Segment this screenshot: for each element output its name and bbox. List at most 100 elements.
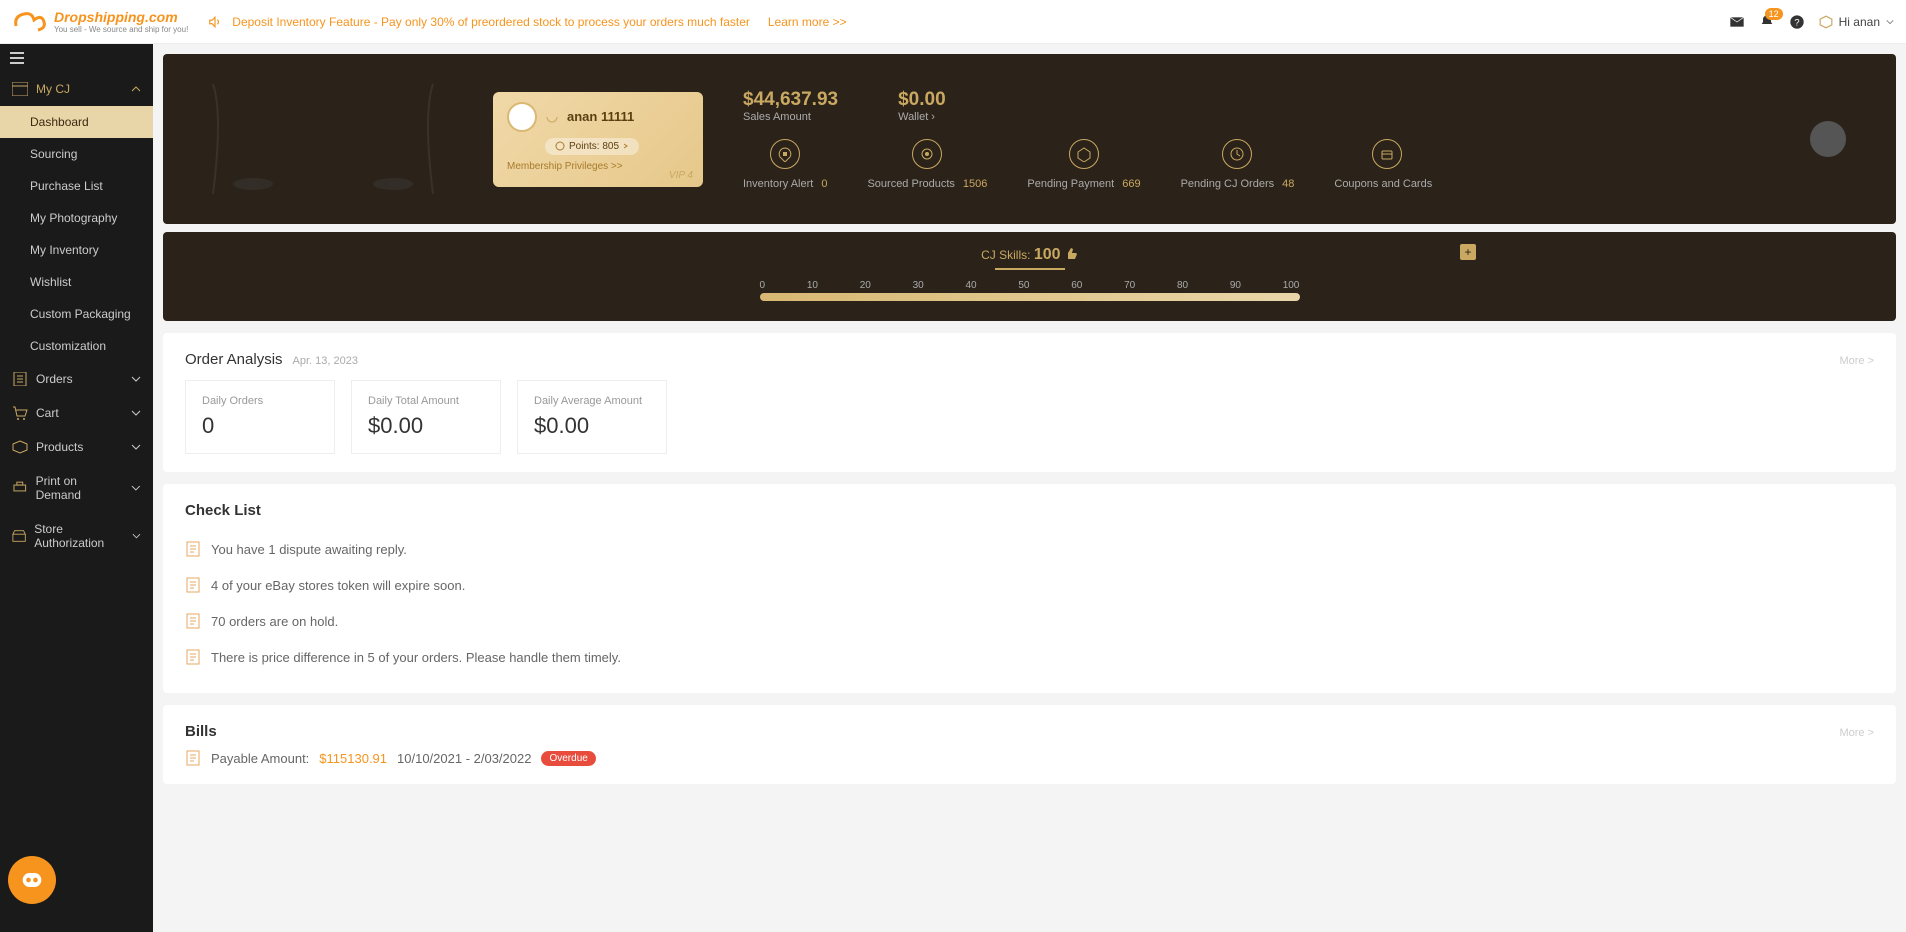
speaker-icon: [208, 15, 222, 29]
checklist-text: You have 1 dispute awaiting reply.: [211, 542, 407, 557]
note-icon: [185, 649, 201, 665]
stat-name: Pending Payment: [1027, 178, 1114, 190]
skills-slider: 0102030405060708090100: [760, 280, 1300, 301]
logo-tagline: You sell - We source and ship for you!: [54, 25, 188, 34]
wallet-amount: $0.00: [898, 89, 946, 111]
sidebar-toggle[interactable]: [0, 44, 153, 72]
topbar: Dropshipping.com You sell - We source an…: [0, 0, 1906, 44]
sidebar-item-store[interactable]: Store Authorization: [0, 512, 153, 560]
hero-stats: $44,637.93 Sales Amount $0.00 Wallet › I…: [743, 89, 1440, 190]
sidebar-item-purchase[interactable]: Purchase List: [0, 170, 153, 202]
sidebar-item-wishlist[interactable]: Wishlist: [0, 266, 153, 298]
panel-date: Apr. 13, 2023: [293, 355, 358, 367]
hero-stat[interactable]: Inventory Alert0: [743, 139, 827, 190]
help-icon[interactable]: ?: [1789, 14, 1805, 30]
top-actions: 12 ? Hi anan: [1729, 14, 1894, 30]
skills-add-button[interactable]: +: [1460, 244, 1476, 260]
metric-value: 0: [202, 413, 318, 439]
chevron-down-icon: [1886, 18, 1894, 26]
sidebar-item-products[interactable]: Products: [0, 430, 153, 464]
slider-tick: 90: [1230, 280, 1241, 291]
user-greeting: Hi anan: [1839, 15, 1880, 29]
banner-text: Deposit Inventory Feature - Pay only 30%…: [232, 15, 750, 29]
sidebar-item-pod[interactable]: Print on Demand: [0, 464, 153, 512]
laurel-icon: [545, 110, 559, 124]
checklist-text: 70 orders are on hold.: [211, 614, 338, 629]
avatar: [507, 102, 537, 132]
hero-stat[interactable]: Coupons and Cards: [1334, 139, 1440, 190]
note-icon: [185, 541, 201, 557]
logo[interactable]: Dropshipping.com You sell - We source an…: [12, 8, 188, 36]
chatbot-button[interactable]: [8, 856, 56, 904]
sales-label: Sales Amount: [743, 111, 838, 123]
sidebar-item-orders[interactable]: Orders: [0, 362, 153, 396]
user-card[interactable]: anan 11111 Points: 805 Membership Privil…: [493, 92, 703, 187]
chevron-right-icon: [623, 143, 629, 149]
sidebar-item-customization[interactable]: Customization: [0, 330, 153, 362]
notif-badge: 12: [1765, 8, 1783, 20]
thumb-icon: [1064, 247, 1078, 261]
banner-link[interactable]: Learn more >>: [768, 15, 847, 29]
sidebar-item-packaging[interactable]: Custom Packaging: [0, 298, 153, 330]
slider-tick: 0: [760, 280, 766, 291]
more-link[interactable]: More >: [1839, 727, 1874, 739]
checklist-item[interactable]: You have 1 dispute awaiting reply.: [185, 531, 1874, 567]
bills-panel: Bills More > Payable Amount: $115130.91 …: [163, 705, 1896, 784]
chevron-down-icon: [131, 408, 141, 418]
sidebar-item-sourcing[interactable]: Sourcing: [0, 138, 153, 170]
avatar-right[interactable]: [1810, 121, 1846, 157]
checklist-panel: Check List You have 1 dispute awaiting r…: [163, 484, 1896, 693]
orders-icon: [12, 372, 28, 386]
cart-icon: [12, 406, 28, 420]
sidebar-item-mycj[interactable]: My CJ: [0, 72, 153, 106]
bills-row[interactable]: Payable Amount: $115130.91 10/10/2021 - …: [185, 750, 1874, 766]
sidebar-item-inventory[interactable]: My Inventory: [0, 234, 153, 266]
hero-stat[interactable]: Sourced Products 1506: [867, 139, 987, 190]
sidebar-item-dashboard[interactable]: Dashboard: [0, 106, 153, 138]
payable-label: Payable Amount:: [211, 751, 309, 766]
banner: Deposit Inventory Feature - Pay only 30%…: [208, 15, 846, 29]
more-link[interactable]: More >: [1839, 355, 1874, 367]
bell-icon[interactable]: 12: [1759, 14, 1775, 30]
stat-name: Sourced Products: [867, 178, 954, 190]
dashboard-icon: [12, 82, 28, 96]
wallet-label[interactable]: Wallet ›: [898, 111, 946, 123]
privileges-link[interactable]: Membership Privileges >>: [507, 161, 689, 172]
metric-label: Daily Average Amount: [534, 395, 650, 407]
panel-title: Bills: [185, 723, 217, 740]
robot-icon: [18, 866, 46, 894]
sidebar-item-photography[interactable]: My Photography: [0, 202, 153, 234]
slider-tick: 20: [860, 280, 871, 291]
checklist-item[interactable]: 70 orders are on hold.: [185, 603, 1874, 639]
panel-title: Check List: [185, 502, 261, 519]
order-analysis-panel: Order Analysis Apr. 13, 2023 More > Dail…: [163, 333, 1896, 472]
checklist-item[interactable]: 4 of your eBay stores token will expire …: [185, 567, 1874, 603]
mail-icon[interactable]: [1729, 14, 1745, 30]
slider-tick: 60: [1071, 280, 1082, 291]
hamburger-icon: [10, 52, 24, 64]
username: anan 11111: [567, 109, 634, 124]
hero-stat[interactable]: Pending CJ Orders48: [1181, 139, 1295, 190]
checklist-item[interactable]: There is price difference in 5 of your o…: [185, 639, 1874, 675]
note-icon: [185, 577, 201, 593]
metric-card: Daily Average Amount$0.00: [517, 380, 667, 454]
slider-tick: 40: [965, 280, 976, 291]
payable-amount: $115130.91: [319, 751, 387, 766]
panel-title: Order Analysis: [185, 351, 283, 368]
points-pill[interactable]: Points: 805: [545, 138, 639, 155]
stat-name: Pending CJ Orders: [1181, 178, 1275, 190]
checklist-text: 4 of your eBay stores token will expire …: [211, 578, 465, 593]
hero-stat[interactable]: Pending Payment669: [1027, 139, 1140, 190]
stat-value: 1506: [963, 178, 987, 190]
vip-tag: VIP 4: [669, 170, 693, 181]
user-menu[interactable]: Hi anan: [1819, 15, 1894, 29]
stat-icon: [912, 139, 942, 169]
slider-tick: 70: [1124, 280, 1135, 291]
sidebar-item-cart[interactable]: Cart: [0, 396, 153, 430]
checklist-text: There is price difference in 5 of your o…: [211, 650, 621, 665]
stat-value: 0: [821, 178, 827, 190]
slider-tick: 30: [913, 280, 924, 291]
slider-tick: 10: [807, 280, 818, 291]
slider-tick: 80: [1177, 280, 1188, 291]
products-icon: [12, 440, 28, 454]
